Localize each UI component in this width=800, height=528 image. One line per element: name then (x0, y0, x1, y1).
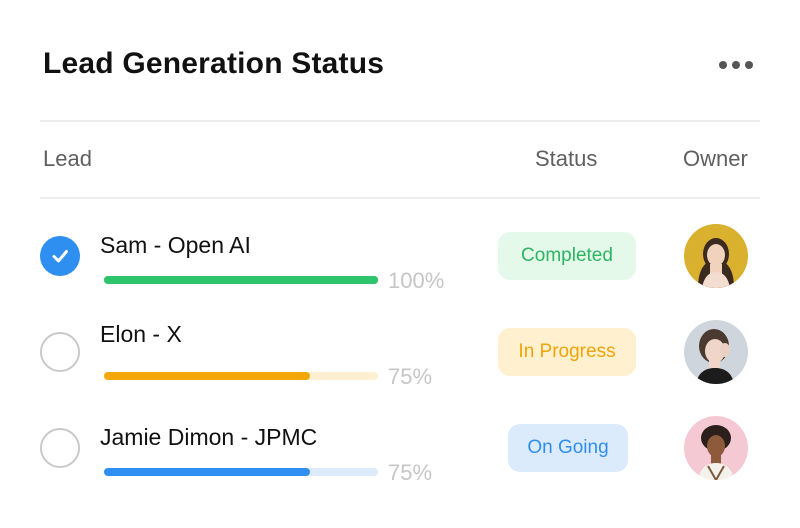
lead-checkbox[interactable] (40, 236, 80, 276)
lead-checkbox[interactable] (40, 332, 80, 372)
avatar-portrait-icon (684, 416, 748, 480)
card-title: Lead Generation Status (43, 47, 385, 80)
lead-row[interactable]: Elon - X 75% In Progress (0, 308, 800, 398)
lead-checkbox[interactable] (40, 428, 80, 468)
progress-fill (104, 468, 310, 476)
lead-name: Sam - Open AI (100, 232, 251, 258)
lead-name: Jamie Dimon - JPMC (100, 424, 318, 450)
more-dot (732, 61, 740, 69)
column-header-status: Status (535, 146, 598, 171)
header-divider (40, 120, 760, 122)
owner-avatar[interactable] (684, 416, 748, 480)
lead-status-card: Lead Generation Status Lead Status Owner… (0, 0, 800, 528)
avatar-portrait-icon (684, 320, 748, 384)
lead-row[interactable]: Jamie Dimon - JPMC 75% On Going (0, 404, 800, 494)
columns-divider (40, 197, 760, 199)
status-badge[interactable]: On Going (508, 424, 628, 472)
more-dot (719, 61, 727, 69)
progress-percent: 100% (388, 268, 445, 293)
lead-name: Elon - X (100, 321, 182, 347)
more-options-icon[interactable] (712, 54, 760, 76)
checkmark-icon (52, 250, 68, 263)
column-header-lead: Lead (43, 146, 92, 171)
owner-avatar[interactable] (684, 320, 748, 384)
progress-track (104, 468, 378, 476)
avatar-portrait-icon (684, 224, 748, 288)
lead-row[interactable]: Sam - Open AI 100% Completed (0, 212, 800, 302)
progress-fill (104, 372, 310, 380)
status-badge[interactable]: Completed (498, 232, 636, 280)
progress-track (104, 372, 378, 380)
column-header-owner: Owner (683, 146, 748, 171)
status-badge[interactable]: In Progress (498, 328, 636, 376)
owner-avatar[interactable] (684, 224, 748, 288)
progress-track (104, 276, 378, 284)
progress-fill (104, 276, 378, 284)
progress-percent: 75% (388, 460, 433, 485)
progress-percent: 75% (388, 364, 433, 389)
more-dot (745, 61, 753, 69)
